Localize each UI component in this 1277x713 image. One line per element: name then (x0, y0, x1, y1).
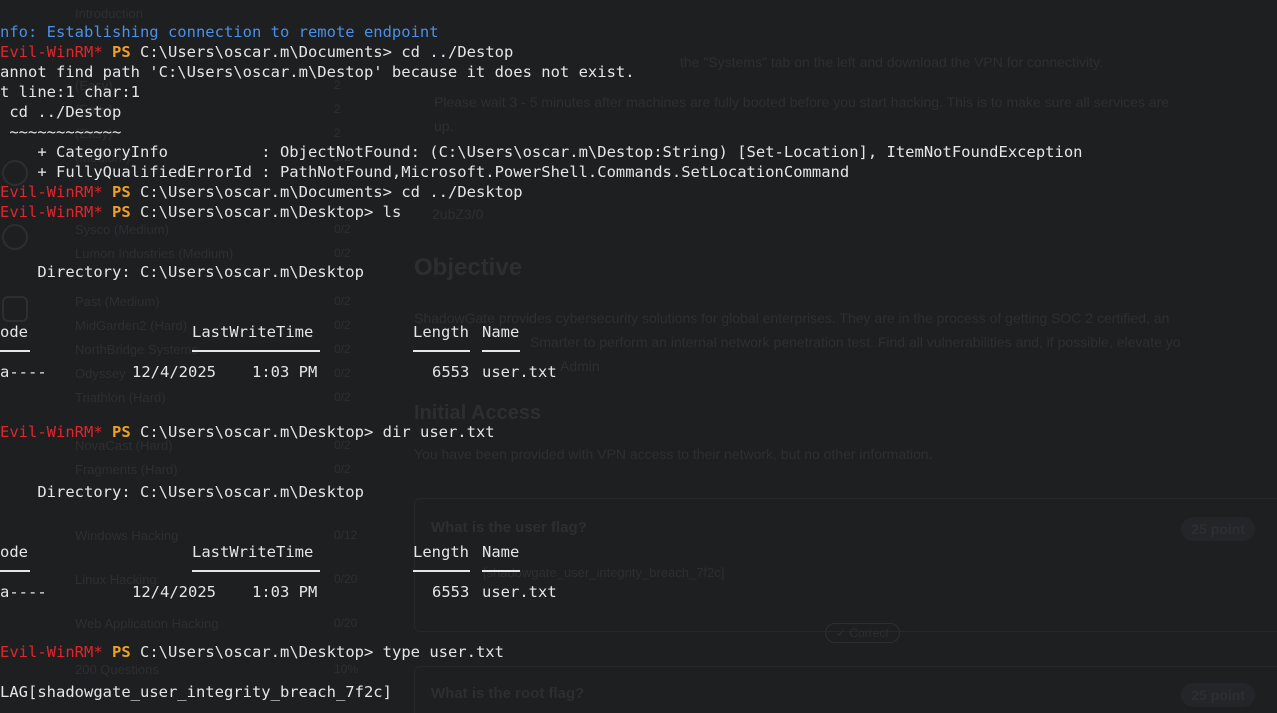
prompt-path: C:\Users\oscar.m\Documents> (140, 43, 392, 61)
error-line-4: ~~~~~~~~~~~~ (0, 123, 122, 141)
prompt-line-4: Evil-WinRM* PS C:\Users\oscar.m\Desktop>… (0, 422, 495, 442)
underline (413, 570, 470, 572)
row-date: 12/4/2025 (132, 583, 216, 601)
prompt-ps: PS (112, 203, 131, 221)
underline (413, 350, 470, 352)
prompt-evil: Evil-WinRM* (0, 183, 103, 201)
prompt-evil: Evil-WinRM* (0, 203, 103, 221)
row-mode: a---- (0, 363, 47, 381)
header-name: Name (482, 543, 520, 561)
header-mode: ode (0, 323, 28, 341)
directory-line-1: Directory: C:\Users\oscar.m\Desktop (0, 263, 364, 281)
row-length: 6553 (432, 363, 470, 381)
error-line-3: cd ../Destop (0, 103, 122, 121)
command: ls (382, 203, 402, 221)
underline (0, 350, 30, 352)
underline (0, 570, 30, 572)
info-line: nfo: Establishing connection to remote e… (0, 23, 439, 41)
prompt-path: C:\Users\oscar.m\Desktop> (140, 643, 374, 661)
header-lastwritetime: LastWriteTime (192, 543, 314, 561)
prompt-line-3: Evil-WinRM* PS C:\Users\oscar.m\Desktop>… (0, 202, 401, 222)
prompt-ps: PS (112, 43, 131, 61)
error-line-1: annot find path 'C:\Users\oscar.m\Destop… (0, 63, 635, 81)
prompt-evil: Evil-WinRM* (0, 643, 103, 661)
prompt-line-2: Evil-WinRM* PS C:\Users\oscar.m\Document… (0, 182, 523, 202)
prompt-path: C:\Users\oscar.m\Desktop> (140, 203, 374, 221)
row-time: 1:03 PM (252, 363, 318, 381)
command: dir user.txt (382, 423, 495, 441)
prompt-path: C:\Users\oscar.m\Documents> (140, 183, 392, 201)
prompt-line-1: Evil-WinRM* PS C:\Users\oscar.m\Document… (0, 42, 513, 62)
prompt-ps: PS (112, 423, 131, 441)
prompt-evil: Evil-WinRM* (0, 43, 103, 61)
error-line-5: + CategoryInfo : ObjectNotFound: (C:\Use… (0, 143, 1083, 161)
header-name: Name (482, 323, 520, 341)
command: cd ../Destop (401, 43, 514, 61)
prompt-evil: Evil-WinRM* (0, 423, 103, 441)
error-line-6: + FullyQualifiedErrorId : PathNotFound,M… (0, 163, 850, 181)
underline (482, 570, 520, 572)
prompt-line-5: Evil-WinRM* PS C:\Users\oscar.m\Desktop>… (0, 642, 504, 662)
row-length: 6553 (432, 583, 470, 601)
command: type user.txt (382, 643, 504, 661)
row-mode: a---- (0, 583, 47, 601)
underline (192, 350, 320, 352)
error-line-2: t line:1 char:1 (0, 83, 140, 101)
header-mode: ode (0, 543, 28, 561)
header-length: Length (413, 323, 469, 341)
prompt-path: C:\Users\oscar.m\Desktop> (140, 423, 374, 441)
header-lastwritetime: LastWriteTime (192, 323, 314, 341)
header-length: Length (413, 543, 469, 561)
underline (482, 350, 520, 352)
row-date: 12/4/2025 (132, 363, 216, 381)
row-time: 1:03 PM (252, 583, 318, 601)
flag-output: LAG[shadowgate_user_integrity_breach_7f2… (0, 683, 392, 701)
underline (192, 570, 320, 572)
terminal-window[interactable]: nfo: Establishing connection to remote e… (0, 0, 1277, 713)
row-name: user.txt (482, 583, 557, 601)
command: cd ../Desktop (401, 183, 523, 201)
directory-line-2: Directory: C:\Users\oscar.m\Desktop (0, 483, 364, 501)
prompt-ps: PS (112, 183, 131, 201)
prompt-ps: PS (112, 643, 131, 661)
row-name: user.txt (482, 363, 557, 381)
